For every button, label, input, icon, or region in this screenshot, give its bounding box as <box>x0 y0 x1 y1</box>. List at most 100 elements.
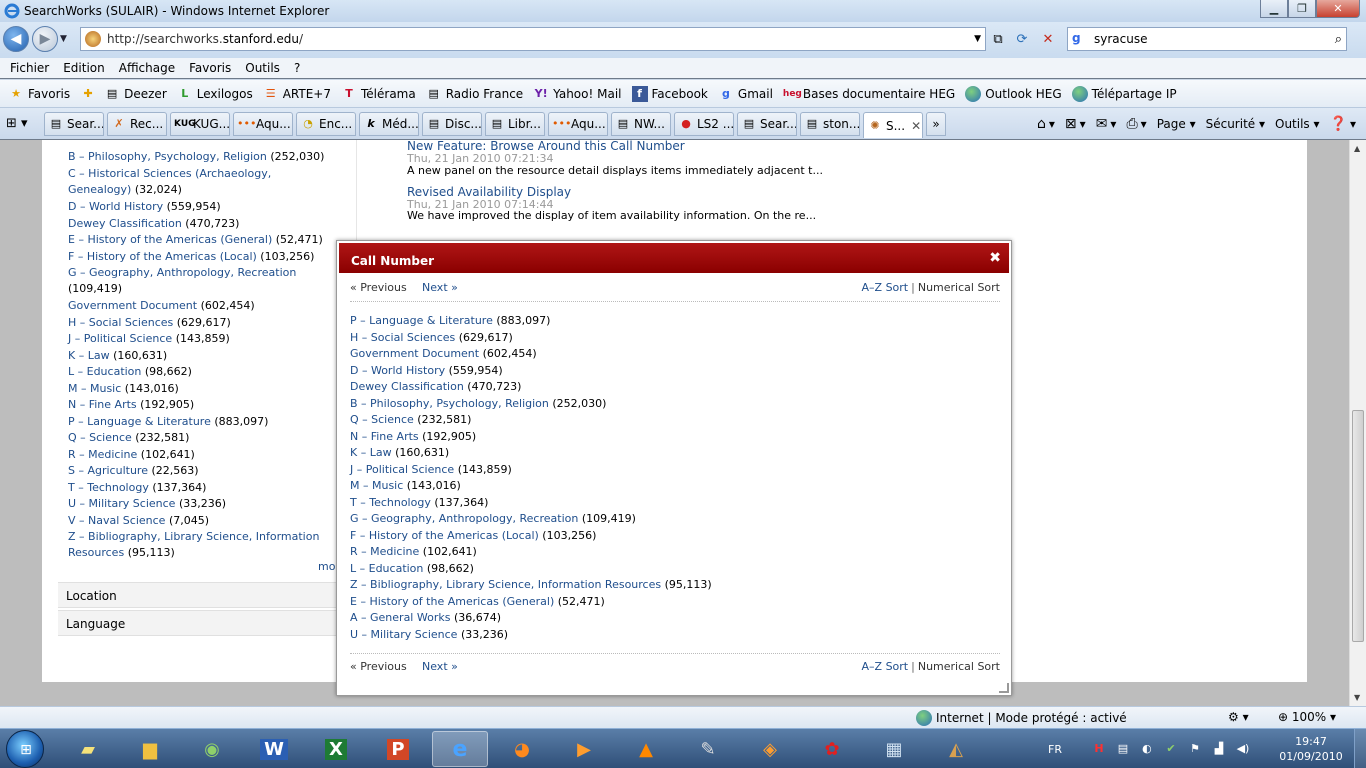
menu-favoris[interactable]: Favoris <box>189 61 231 75</box>
call-number-link[interactable]: H – Social Sciences <box>350 331 455 344</box>
home-button[interactable]: ⌂ ▾ <box>1037 116 1055 132</box>
fav-radio-france[interactable]: ▤ Radio France <box>426 86 524 102</box>
taskbar-app[interactable]: ✿ <box>804 731 860 767</box>
facet-link[interactable]: S – Agriculture <box>68 464 148 477</box>
taskbar-word[interactable]: W <box>246 731 302 767</box>
call-number-link[interactable]: E – History of the Americas (General) <box>350 595 554 608</box>
taskbar-internet-explorer[interactable]: e <box>432 731 488 767</box>
menu-help[interactable]: ? <box>294 61 300 75</box>
news-title-2[interactable]: Revised Availability Display <box>407 185 571 199</box>
facet-header-location[interactable]: Location <box>58 582 336 608</box>
back-button[interactable]: ◀ <box>3 26 29 52</box>
language-indicator[interactable]: FR <box>1048 743 1062 756</box>
call-number-link[interactable]: T – Technology <box>350 496 431 509</box>
feeds-button[interactable]: ⊠ ▾ <box>1065 116 1086 132</box>
facet-link[interactable]: D – World History <box>68 200 163 213</box>
resize-grip-icon[interactable] <box>999 683 1009 693</box>
print-button[interactable]: ⎙ ▾ <box>1126 116 1146 132</box>
taskbar-tools[interactable]: ✎ <box>680 731 736 767</box>
call-number-link[interactable]: J – Political Science <box>350 463 454 476</box>
numerical-sort-label[interactable]: Numerical Sort <box>918 660 1000 673</box>
taskbar-notes[interactable]: ▰ <box>60 731 116 767</box>
facet-link[interactable]: Government Document <box>68 299 197 312</box>
tab-8[interactable]: ▤ Libr... <box>485 112 545 136</box>
taskbar-media-player[interactable]: ▶ <box>556 731 612 767</box>
facet-link[interactable]: U – Military Science <box>68 497 175 510</box>
previous-link[interactable]: « Previous <box>350 660 407 673</box>
facet-link[interactable]: V – Naval Science <box>68 514 165 527</box>
address-dropdown-icon[interactable]: ▼ <box>974 34 981 44</box>
fav-deezer[interactable]: ▤ Deezer <box>104 86 167 102</box>
close-window-button[interactable]: ✕ <box>1316 0 1360 18</box>
tab-10[interactable]: ▤ NW... <box>611 112 671 136</box>
call-number-link[interactable]: Q – Science <box>350 413 414 426</box>
menu-outils[interactable]: Outils <box>245 61 280 75</box>
tray-app-icon[interactable]: H <box>1092 742 1106 756</box>
taskbar-calculator[interactable]: ▦ <box>866 731 922 767</box>
start-button[interactable]: ⊞ <box>6 730 44 768</box>
network-icon[interactable]: ▟ <box>1212 742 1226 756</box>
volume-icon[interactable]: ◀) <box>1236 742 1250 756</box>
refresh-icon[interactable]: ⟳ <box>1012 29 1032 49</box>
news-title-1[interactable]: New Feature: Browse Around this Call Num… <box>407 139 685 153</box>
address-url[interactable]: http://searchworks.stanford.edu/ <box>107 32 303 46</box>
tab-6[interactable]: k Méd... <box>359 112 419 136</box>
facet-header-language[interactable]: Language <box>58 610 336 636</box>
tray-app-icon[interactable]: ✔ <box>1164 742 1178 756</box>
forward-button[interactable]: ▶ <box>32 26 58 52</box>
call-number-link[interactable]: D – World History <box>350 364 445 377</box>
call-number-link[interactable]: M – Music <box>350 479 403 492</box>
tray-app-icon[interactable]: ▤ <box>1116 742 1130 756</box>
facet-link[interactable]: H – Social Sciences <box>68 316 173 329</box>
call-number-link[interactable]: R – Medicine <box>350 545 419 558</box>
tab-7[interactable]: ▤ Disc... <box>422 112 482 136</box>
address-bar[interactable]: http://searchworks.stanford.edu/ ▼ <box>80 27 986 51</box>
facet-link[interactable]: Z – Bibliography, Library Science, Infor… <box>68 530 319 559</box>
facet-link[interactable]: L – Education <box>68 365 141 378</box>
maximize-button[interactable]: ❐ <box>1288 0 1316 18</box>
facet-link[interactable]: N – Fine Arts <box>68 398 137 411</box>
scroll-up-icon[interactable]: ▲ <box>1354 144 1360 153</box>
facet-more-link[interactable]: mo <box>318 560 335 573</box>
facet-link[interactable]: G – Geography, Anthropology, Recreation <box>68 266 296 279</box>
taskbar-excel[interactable]: X <box>308 731 364 767</box>
tray-app-icon[interactable]: ◐ <box>1140 742 1154 756</box>
tools-menu[interactable]: Outils ▾ <box>1275 117 1320 131</box>
taskbar-archive[interactable]: ◭ <box>928 731 984 767</box>
favorites-button[interactable]: ★ Favoris <box>8 86 70 102</box>
tab-11[interactable]: ● LS2 ... <box>674 112 734 136</box>
taskbar-powerpoint[interactable]: P <box>370 731 426 767</box>
call-number-link[interactable]: U – Military Science <box>350 628 457 641</box>
scroll-down-icon[interactable]: ▼ <box>1354 693 1360 702</box>
next-link[interactable]: Next » <box>422 660 458 673</box>
facet-link[interactable]: K – Law <box>68 349 110 362</box>
more-tabs-button[interactable]: » <box>926 112 946 136</box>
az-sort-link[interactable]: A–Z Sort <box>862 660 909 673</box>
call-number-link[interactable]: L – Education <box>350 562 423 575</box>
close-tab-icon[interactable]: ✕ <box>911 119 921 133</box>
security-menu[interactable]: Sécurité ▾ <box>1206 117 1265 131</box>
call-number-link[interactable]: P – Language & Literature <box>350 314 493 327</box>
fav-heg[interactable]: heg Bases documentaire HEG <box>783 86 955 102</box>
facet-link[interactable]: B – Philosophy, Psychology, Religion <box>68 150 267 163</box>
clock[interactable]: 19:47 01/09/2010 <box>1276 734 1346 764</box>
fav-facebook[interactable]: f Facebook <box>631 85 708 102</box>
call-number-link[interactable]: Z – Bibliography, Library Science, Infor… <box>350 578 661 591</box>
facet-link[interactable]: F – History of the Americas (Local) <box>68 250 257 263</box>
numerical-sort-label[interactable]: Numerical Sort <box>918 281 1000 294</box>
scroll-thumb[interactable] <box>1352 410 1364 642</box>
fav-lexilogos[interactable]: L Lexilogos <box>177 86 252 102</box>
call-number-link[interactable]: N – Fine Arts <box>350 430 419 443</box>
fav-outlook-heg[interactable]: Outlook HEG <box>965 85 1062 102</box>
facet-link[interactable]: Q – Science <box>68 431 132 444</box>
facet-link[interactable]: E – History of the Americas (General) <box>68 233 272 246</box>
zoom-level[interactable]: ⊕ 100% ▾ <box>1278 710 1336 724</box>
compat-view-icon[interactable]: ⧉ <box>988 29 1008 49</box>
add-favorite-button[interactable]: ✚ <box>80 86 100 102</box>
minimize-button[interactable]: ▁ <box>1260 0 1288 18</box>
help-button[interactable]: ❓ ▾ <box>1330 116 1356 132</box>
security-zone[interactable]: Internet | Mode protégé : activé <box>916 710 1127 726</box>
menu-fichier[interactable]: Fichier <box>10 61 49 75</box>
next-link[interactable]: Next » <box>422 281 458 294</box>
call-number-link[interactable]: A – General Works <box>350 611 450 624</box>
